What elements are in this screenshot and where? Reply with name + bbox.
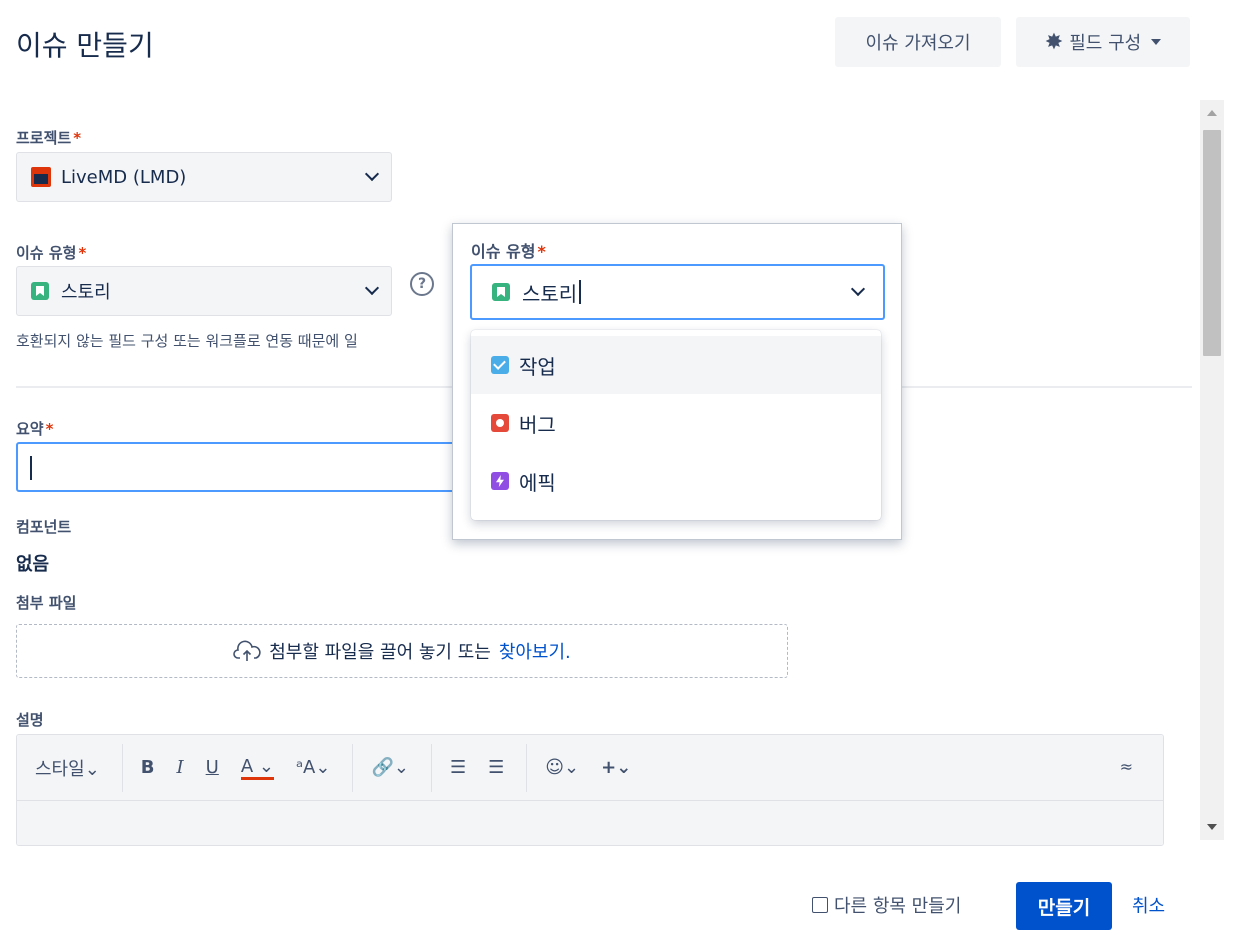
issue-type-label-text: 이슈 유형 (16, 244, 77, 262)
issue-type-menu: 작업 버그 에픽 (471, 330, 881, 520)
bold-button[interactable]: B (141, 757, 155, 778)
description-label: 설명 (16, 711, 44, 729)
collapse-toolbar-icon[interactable]: ≈ (1120, 757, 1133, 776)
required-mark: * (45, 420, 54, 438)
toolbar-separator (352, 743, 354, 792)
components-value[interactable]: 없음 (16, 550, 49, 576)
incompatible-warning: 호환되지 않는 필드 구성 또는 워크플로 연동 때문에 일 (16, 332, 358, 350)
chevron-down-icon (364, 166, 380, 182)
popup-label: 이슈 유형 * (471, 238, 546, 262)
text-color-button[interactable]: A ⌄ (240, 755, 274, 780)
italic-button[interactable]: I (177, 757, 184, 778)
cancel-button[interactable]: 취소 (1132, 892, 1165, 918)
summary-label: 요약 * (16, 418, 53, 439)
project-select[interactable]: LiveMD (LMD) (16, 152, 392, 202)
menu-item-task[interactable]: 작업 (471, 336, 881, 394)
text-color-label: A (240, 755, 254, 777)
popup-select-value: 스토리 (522, 281, 578, 306)
toolbar-separator (121, 743, 123, 792)
summary-input[interactable] (16, 442, 476, 492)
scrollbar[interactable] (1200, 100, 1224, 840)
issue-type-label: 이슈 유형 * (16, 242, 86, 263)
project-label-text: 프로젝트 (16, 129, 72, 147)
menu-item-label: 작업 (519, 354, 556, 379)
menu-item-bug[interactable]: 버그 (471, 394, 881, 452)
text-cursor (579, 280, 582, 304)
editor-body[interactable] (17, 801, 1163, 845)
popup-label-text: 이슈 유형 (471, 242, 536, 261)
style-label: 스타일 (35, 758, 85, 780)
popup-issue-type-select[interactable]: 스토리 (470, 264, 885, 320)
story-icon (31, 282, 49, 300)
project-value: LiveMD (LMD) (61, 166, 187, 188)
browse-link[interactable]: 찾아보기. (499, 638, 571, 664)
toolbar-separator (526, 743, 528, 792)
menu-item-label: 버그 (519, 412, 556, 437)
scroll-up-icon[interactable] (1207, 110, 1217, 116)
chevron-down-icon (850, 281, 866, 297)
configure-fields-label: 필드 구성 (1069, 33, 1142, 54)
numbered-list-icon[interactable]: ☰ (488, 757, 504, 778)
link-icon: 🔗 (371, 757, 394, 778)
menu-item-label: 에픽 (519, 470, 556, 495)
required-mark: * (537, 242, 546, 261)
menu-item-epic[interactable]: 에픽 (471, 452, 881, 510)
epic-icon (491, 472, 509, 490)
summary-label-text: 요약 (16, 420, 44, 438)
configure-fields-button[interactable]: ✸ 필드 구성 (1016, 17, 1190, 67)
create-button[interactable]: 만들기 (1016, 882, 1112, 930)
underline-button[interactable]: U (206, 757, 219, 778)
task-icon (491, 356, 509, 374)
issue-type-popup: 이슈 유형 * 스토리 작업 버그 에픽 (452, 223, 902, 540)
bullet-list-icon[interactable]: ☰ (450, 757, 466, 778)
issue-type-select[interactable]: 스토리 (16, 266, 392, 316)
font-size-button[interactable]: ᵃA⌄ (296, 757, 330, 778)
cloud-upload-icon (233, 640, 261, 661)
bug-icon (491, 414, 509, 432)
caret-down-icon (1151, 39, 1162, 45)
components-label: 컴포넌트 (16, 518, 72, 536)
toolbar-separator (430, 743, 432, 792)
gear-icon: ✸ (1044, 29, 1064, 55)
drop-text: 첨부할 파일을 끌어 놓기 또는 (269, 642, 491, 663)
font-size-label: ᵃA (295, 757, 316, 778)
dialog-title: 이슈 만들기 (16, 29, 154, 62)
help-icon[interactable]: ? (410, 272, 434, 296)
scroll-down-icon[interactable] (1207, 824, 1217, 830)
emoji-button[interactable]: ☺⌄ (545, 757, 579, 778)
create-another-checkbox[interactable] (812, 897, 828, 913)
editor-toolbar: 스타일⌄ B I U A ⌄ ᵃA⌄ 🔗⌄ ☰ ☰ ☺⌄ +⌄ ≈ (17, 735, 1163, 801)
issue-type-value: 스토리 (61, 282, 111, 303)
story-icon (492, 283, 510, 301)
create-another-label: 다른 항목 만들기 (834, 896, 962, 917)
description-editor[interactable]: 스타일⌄ B I U A ⌄ ᵃA⌄ 🔗⌄ ☰ ☰ ☺⌄ +⌄ ≈ (16, 734, 1164, 846)
insert-button[interactable]: +⌄ (601, 757, 631, 778)
style-dropdown[interactable]: 스타일⌄ (35, 755, 100, 781)
project-label: 프로젝트 * (16, 127, 81, 148)
chevron-down-icon (364, 280, 380, 296)
scrollbar-thumb[interactable] (1203, 130, 1221, 356)
required-mark: * (78, 244, 87, 262)
create-another-checkbox-group[interactable]: 다른 항목 만들기 (812, 892, 961, 918)
attachment-dropzone[interactable]: 첨부할 파일을 끌어 놓기 또는 찾아보기. (16, 624, 788, 678)
attachment-label: 첨부 파일 (16, 594, 77, 612)
link-button[interactable]: 🔗⌄ (371, 757, 409, 778)
project-avatar-icon (31, 167, 51, 187)
import-issues-button[interactable]: 이슈 가져오기 (835, 17, 1001, 67)
required-mark: * (73, 129, 82, 147)
text-cursor (30, 456, 32, 480)
plus-icon: + (601, 757, 617, 778)
emoji-icon: ☺ (545, 757, 564, 778)
